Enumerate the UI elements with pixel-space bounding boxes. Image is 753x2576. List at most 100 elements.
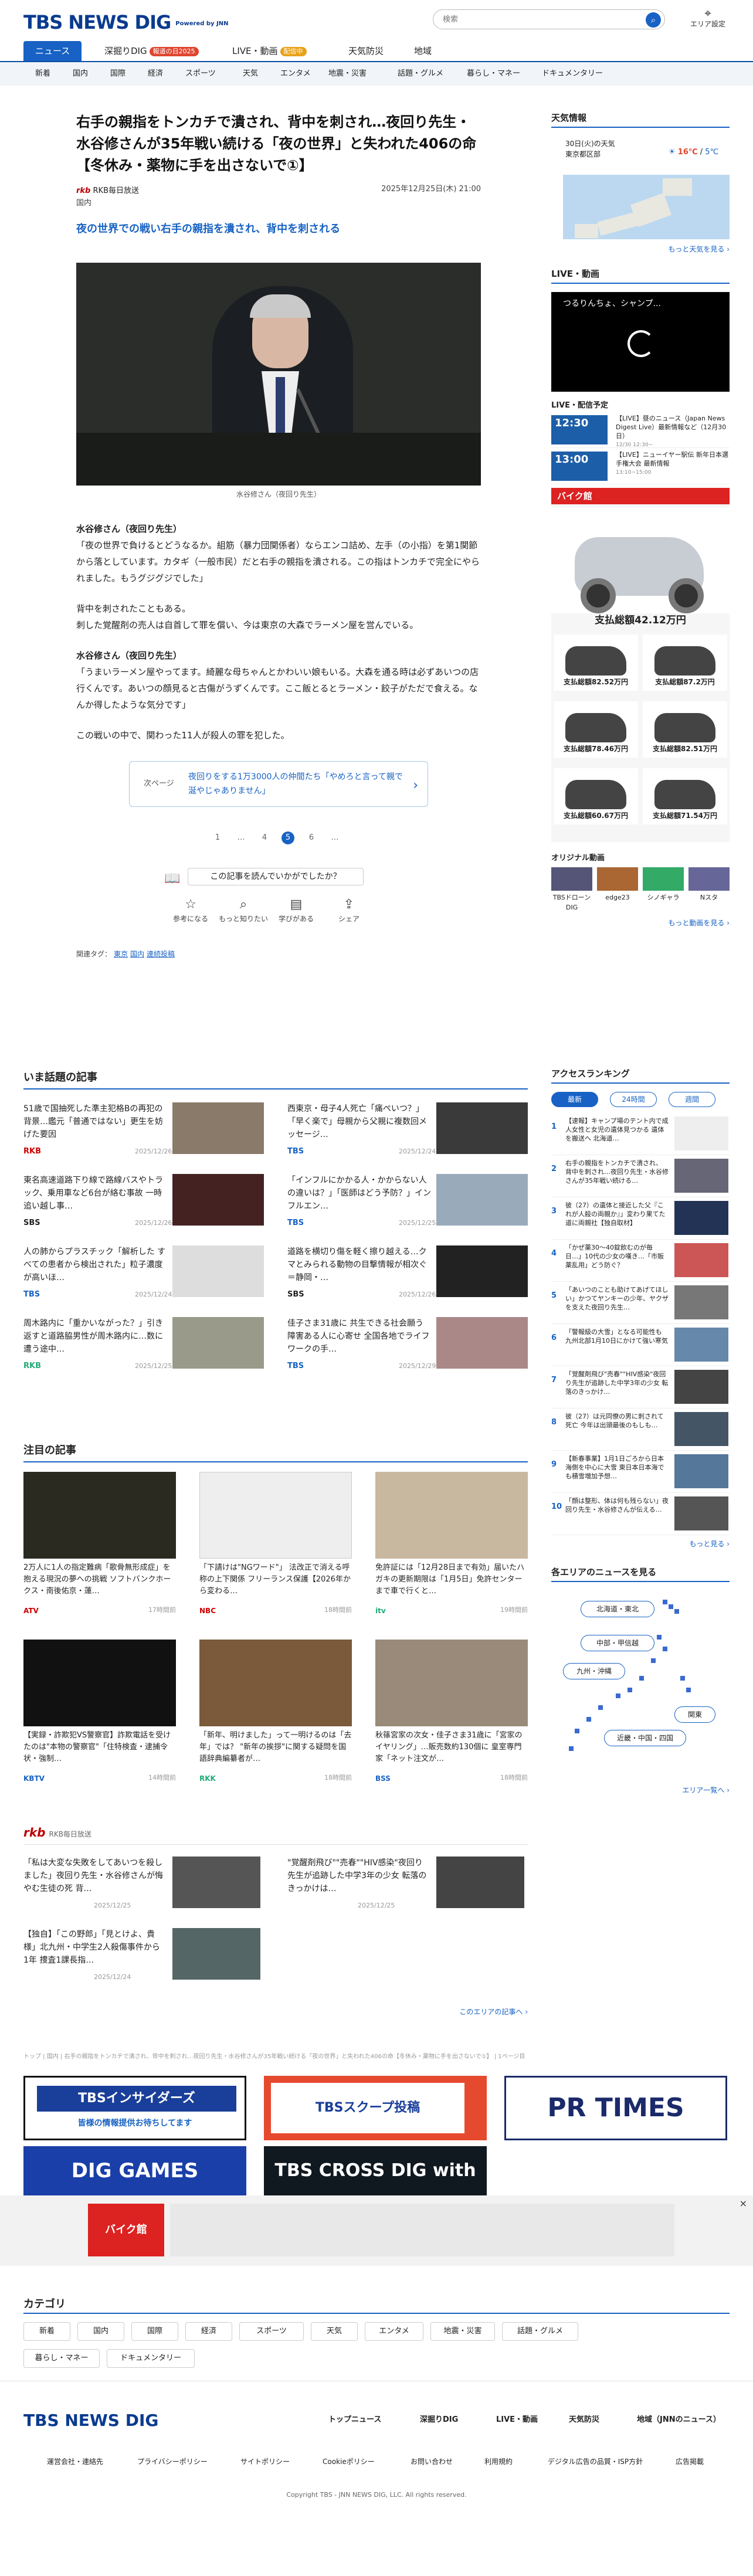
ranking-item[interactable]: 1 【速報】キャンプ場のテント内で成人女性と女児の遺体見つかる 遺体を搬送へ 北海… — [551, 1113, 730, 1155]
subnav-sports[interactable]: スポーツ — [185, 62, 216, 86]
banner-scoop[interactable]: TBSスクープ投稿 — [264, 2076, 487, 2140]
footer-link[interactable]: Cookieポリシー — [323, 2456, 375, 2467]
subnav-weather[interactable]: 天気 — [243, 62, 258, 86]
category-button[interactable]: エンタメ — [365, 2322, 423, 2341]
area-button-kanto[interactable]: 関東 — [674, 1706, 715, 1723]
article-category[interactable]: 国内 — [76, 198, 91, 209]
category-button[interactable]: 国内 — [77, 2322, 124, 2341]
share-button[interactable]: ⇪ シェア — [323, 896, 375, 924]
ad-tile[interactable]: 支払総額60.67万円 — [554, 768, 638, 824]
footer-link[interactable]: 運営会社・連絡先 — [47, 2456, 103, 2467]
category-button[interactable]: スポーツ — [239, 2322, 304, 2341]
ranking-more-link[interactable]: もっと見る › — [551, 1539, 730, 1549]
ad-tile[interactable]: 支払総額82.51万円 — [643, 701, 727, 758]
banner-insiders[interactable]: TBSインサイダーズ 皆様の情報提供お待ちしてます — [23, 2076, 246, 2140]
category-button[interactable]: 天気 — [311, 2322, 358, 2341]
ad-tile[interactable]: 支払総額71.54万円 — [643, 768, 727, 824]
area-button-chubu[interactable]: 中部・甲信越 — [581, 1635, 654, 1651]
category-button[interactable]: 新着 — [23, 2322, 70, 2341]
ranking-tab-weekly[interactable]: 週間 — [669, 1092, 715, 1107]
trending-item[interactable]: 人の肺からプラスチック「解析した すべての患者から検出された」粒子濃度が高いほ…… — [23, 1245, 264, 1312]
footer-nav-live[interactable]: LIVE・動画 — [496, 2414, 538, 2426]
schedule-item[interactable]: 12:30 【LIVE】昼のニュース（Japan News Digest Liv… — [551, 412, 730, 448]
category-button[interactable]: 経済 — [185, 2322, 232, 2341]
category-button[interactable]: 地震・災害 — [430, 2322, 495, 2341]
footer-link[interactable]: プライバシーポリシー — [137, 2456, 208, 2467]
footer-nav-region[interactable]: 地域（JNNのニュース） — [637, 2414, 721, 2426]
subnav-life[interactable]: 暮らし・マネー — [467, 62, 520, 86]
weather-widget[interactable]: 30日(火)の天気 東京都区部 ☀ 16℃ / 5℃ — [551, 134, 730, 239]
schedule-item[interactable]: 13:00 【LIVE】ニューイヤー駅伝 新年日本選手権大会 最新情報 13:10… — [551, 448, 730, 484]
trending-item[interactable]: 佳子さま31歳に 共生できる社会願う 障害ある人に心寄せ 全国各地でライフワーク… — [287, 1317, 528, 1384]
category-button[interactable]: ドキュメンタリー — [107, 2349, 195, 2368]
ad-tile[interactable]: 支払総額82.52万円 — [554, 634, 638, 691]
ad-tile[interactable]: 支払総額78.46万円 — [554, 701, 638, 758]
trending-item[interactable]: 東名高速道路下り線で路線バスやトラック、乗用車など6台が絡む事故 一時追い越し事… — [23, 1174, 264, 1241]
weather-more-link[interactable]: もっと天気を見る › — [551, 244, 730, 254]
trending-item[interactable]: 51歳で国抽死した準主犯格Bの再犯の背景…鑑元「普通ではない」更生を妨げた要因 R… — [23, 1102, 264, 1169]
featured-item[interactable]: 【実録・詐欺犯VS警察官】詐欺電話を受けたのは"本物の警察官"「住特検査・逮捕令… — [23, 1640, 176, 1815]
footer-logo[interactable]: TBS NEWS DIG — [23, 2408, 158, 2433]
ranking-item[interactable]: 8 彼（27）は元同僚の男に刺されて死亡 今年は出頭最後のもしも… — [551, 1409, 730, 1451]
trending-item[interactable]: 「インフルにかかる人・かからない人の違いは？」「医師はどう予防？」インフルエン…… — [287, 1174, 528, 1241]
original-video-item[interactable]: TBSドローンDIG — [551, 867, 592, 912]
bottom-ad-banner[interactable]: バイク館 × — [0, 2195, 753, 2266]
footer-link[interactable]: 広告掲載 — [676, 2456, 704, 2467]
featured-item[interactable]: 2万人に1人の指定難病「歌骨無形成症」を抱える現況の夢への挑戦 ソフトバンクホー… — [23, 1472, 176, 1648]
footer-link[interactable]: お問い合わせ — [411, 2456, 453, 2467]
footer-link[interactable]: サイトポリシー — [240, 2456, 290, 2467]
featured-item[interactable]: 免許証には「12月28日まで有効」届いたハガキの更新期限は「1月5日」免許センタ… — [375, 1472, 528, 1648]
category-button[interactable]: 国際 — [131, 2322, 178, 2341]
subnav-new[interactable]: 新着 — [35, 62, 50, 86]
next-page-link[interactable]: 次ページ 夜回りをする1万3000人の仲間たち「やめろと言って親で涎やじゃありま… — [129, 761, 428, 807]
nav-weather[interactable]: 天気防災 — [348, 41, 384, 61]
ranking-item[interactable]: 9 【新春事業】1月1日ごろから日本海側を中心に大雪 東日本日本海でも積雪増加予想… — [551, 1451, 730, 1493]
subnav-economy[interactable]: 経済 — [148, 62, 163, 86]
area-setting-button[interactable]: ⌖ エリア設定 — [687, 7, 728, 29]
trending-item[interactable]: 道路を横切り傷を軽く擦り越える…クマとみられる動物の目撃情報が相次ぐ＝静岡・… S… — [287, 1245, 528, 1312]
featured-item[interactable]: 「新年、明けました」って一明けるのは「去年」では？ "新年の挨拶"に関する疑問を… — [199, 1640, 352, 1815]
tag-link[interactable]: 連続投稿 — [147, 950, 175, 958]
banner-prtimes[interactable]: PR TIMES — [504, 2076, 727, 2140]
original-video-item[interactable]: シノギャラ — [643, 867, 684, 903]
trending-item[interactable]: 周木路内に「重かいながった？」引き返すと道路脇男性が周木路内に…数に遭う途中… R… — [23, 1317, 264, 1384]
trending-item[interactable]: 西東京・母子4人死亡「痛ぺいつ？」「早く楽で」母親から父親に複数回メッセージ… T… — [287, 1102, 528, 1169]
ad-tile[interactable]: 支払総額87.2万円 — [643, 634, 727, 691]
footer-nav-top[interactable]: トップニュース — [328, 2414, 381, 2426]
nav-news[interactable]: ニュース — [23, 41, 82, 61]
ranking-item[interactable]: 3 彼（27）の遺体と接近した父『これが人殺の両親か』」変わり果てた道に両親社【独… — [551, 1197, 730, 1240]
article-source[interactable]: rkb RKB毎日放送 — [76, 186, 139, 195]
page-link[interactable]: 4 — [258, 831, 271, 844]
area-button-kyushu[interactable]: 九州・沖縄 — [563, 1663, 625, 1679]
live-player[interactable]: つるりんちょ、シャンプ... — [551, 292, 730, 392]
search-input[interactable] — [443, 10, 642, 29]
subnav-disaster[interactable]: 地震・災害 — [328, 62, 367, 86]
ranking-item[interactable]: 5 「あいつのことも助けてあげてほしい」かつてヤンキーの少年、ヤクザを支えた夜回り… — [551, 1282, 730, 1324]
ranking-item[interactable]: 7 「覚醒剤飛び"売春""HIV感染"夜回り先生が追跡した中学3年の少女 転落のき… — [551, 1366, 730, 1409]
reaction-learn-button[interactable]: ▤ 学びがある — [270, 896, 323, 924]
original-video-item[interactable]: Nスタ — [688, 867, 730, 903]
subnav-entame[interactable]: エンタメ — [280, 62, 311, 86]
footer-nav-weather[interactable]: 天気防災 — [569, 2414, 599, 2426]
category-button[interactable]: 話題・グルメ — [502, 2322, 578, 2341]
site-logo[interactable]: TBS NEWS DIG Powered by JNN — [23, 8, 228, 36]
subnav-topics[interactable]: 話題・グルメ — [398, 62, 443, 86]
ranking-tab-24h[interactable]: 24時間 — [610, 1092, 657, 1107]
footer-link[interactable]: 利用規約 — [484, 2456, 513, 2467]
footer-nav-dig[interactable]: 深掘りDIG — [420, 2414, 458, 2426]
footer-link[interactable]: デジタル広告の品質・ISP方針 — [548, 2456, 643, 2467]
area-button-kinki[interactable]: 近畿・中国・四国 — [604, 1730, 686, 1746]
rkb-item[interactable]: 「私は大変な失敗をしてあいつを殺しました」夜回り先生・水谷修さんが悔やむ生徒の死… — [23, 1857, 264, 1923]
ranking-item[interactable]: 10 「顔は整形、体は何も残らない」夜回り先生・水谷修さんが伝える… — [551, 1493, 730, 1535]
subnav-domestic[interactable]: 国内 — [73, 62, 88, 86]
ranking-item[interactable]: 6 「警報級の大雪」となる可能性も 九州北部1月10日にかけて強い寒気 — [551, 1324, 730, 1366]
ranking-item[interactable]: 2 右手の親指をトンカチで潰され、背中を刺され…夜回り先生・水谷修さんが35年戦い… — [551, 1155, 730, 1197]
page-link[interactable]: 1 — [211, 831, 224, 844]
area-button-hokkaido[interactable]: 北海道・東北 — [581, 1601, 654, 1617]
rkb-item[interactable]: "覚醒剤飛び""売春""HIV感染"夜回り先生が追跡した中学3年の少女 転落のき… — [287, 1857, 528, 1923]
bike-ad[interactable]: バイク館 支払総額42.12万円 支払総額82.52万円 支払総額87.2万円 … — [551, 487, 730, 842]
original-video-item[interactable]: edge23 — [597, 867, 638, 903]
nav-region[interactable]: 地域 — [414, 41, 432, 61]
banner-cross-dig[interactable]: TBS CROSS DIG with Bloomberg — [264, 2146, 487, 2230]
ranking-tab-latest[interactable]: 最新 — [551, 1092, 598, 1107]
